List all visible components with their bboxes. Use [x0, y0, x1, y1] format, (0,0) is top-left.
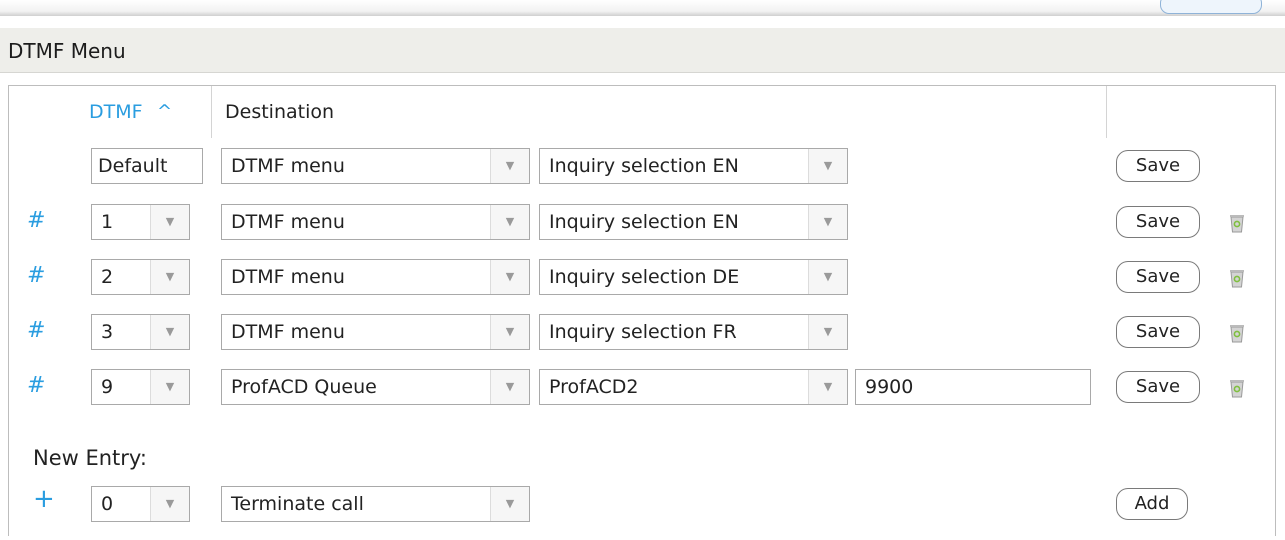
- queue-number-value: 9900: [865, 376, 914, 398]
- table-row: # 3 ▼ DTMF menu ▼ Inquiry selection FR ▼…: [9, 314, 1275, 354]
- save-button[interactable]: Save: [1116, 316, 1200, 348]
- destination-target-value: Inquiry selection EN: [549, 211, 739, 233]
- dtmf-key-select[interactable]: 1 ▼: [91, 204, 190, 240]
- chevron-down-icon[interactable]: ▼: [150, 315, 189, 349]
- chevron-down-icon[interactable]: ▼: [150, 370, 189, 404]
- chevron-down-icon[interactable]: ▼: [490, 315, 529, 349]
- column-header-destination[interactable]: Destination: [225, 86, 334, 138]
- chevron-down-icon[interactable]: ▼: [490, 487, 529, 521]
- top-toolbar-button[interactable]: [1160, 0, 1262, 14]
- save-button[interactable]: Save: [1116, 150, 1200, 182]
- trash-icon[interactable]: [1229, 268, 1245, 288]
- destination-type-value: DTMF menu: [231, 321, 345, 343]
- chevron-down-icon[interactable]: ▼: [150, 205, 189, 239]
- save-button[interactable]: Save: [1116, 261, 1200, 293]
- destination-target-value: Inquiry selection FR: [549, 321, 737, 343]
- hash-icon: #: [27, 373, 46, 398]
- dtmf-key-select[interactable]: 3 ▼: [91, 314, 190, 350]
- add-button[interactable]: Add: [1116, 488, 1188, 520]
- destination-target-value: Inquiry selection EN: [549, 155, 739, 177]
- save-button[interactable]: Save: [1116, 371, 1200, 403]
- hash-icon: #: [27, 263, 46, 288]
- sort-caret-up-icon[interactable]: ^: [157, 86, 172, 138]
- chevron-down-icon[interactable]: ▼: [490, 205, 529, 239]
- dtmf-key-select[interactable]: 2 ▼: [91, 259, 190, 295]
- destination-target-select[interactable]: Inquiry selection EN ▼: [539, 204, 848, 240]
- table-row-default: Default DTMF menu ▼ Inquiry selection EN…: [9, 148, 1275, 188]
- column-header-dtmf-label: DTMF: [89, 101, 143, 123]
- chevron-down-icon[interactable]: ▼: [808, 260, 847, 294]
- new-dtmf-key-select[interactable]: 0 ▼: [91, 486, 190, 522]
- dtmf-key-value: 2: [101, 266, 114, 288]
- queue-number-input[interactable]: 9900: [855, 369, 1091, 405]
- destination-type-value: DTMF menu: [231, 211, 345, 233]
- destination-target-value: ProfACD2: [549, 376, 639, 398]
- new-entry-label: New Entry:: [33, 446, 147, 470]
- new-entry-row: 0 ▼ Terminate call ▼ Add: [9, 486, 1275, 526]
- chevron-down-icon[interactable]: ▼: [150, 260, 189, 294]
- column-header-dtmf[interactable]: DTMF ^: [89, 86, 172, 138]
- panel-header: DTMF Menu: [0, 28, 1285, 73]
- chevron-down-icon[interactable]: ▼: [490, 260, 529, 294]
- table-row: # 9 ▼ ProfACD Queue ▼ ProfACD2 ▼ 9900 Sa…: [9, 369, 1275, 409]
- dtmf-default-field: Default: [91, 148, 203, 184]
- new-destination-type-select[interactable]: Terminate call ▼: [221, 486, 530, 522]
- dtmf-key-value: 3: [101, 321, 114, 343]
- top-toolbar-strip: [0, 0, 1285, 16]
- dtmf-key-value: 1: [101, 211, 114, 233]
- destination-type-select[interactable]: DTMF menu ▼: [221, 314, 530, 350]
- destination-target-value: Inquiry selection DE: [549, 266, 740, 288]
- new-dtmf-key-value: 0: [101, 493, 114, 515]
- dtmf-key-value: 9: [101, 376, 114, 398]
- chevron-down-icon[interactable]: ▼: [808, 205, 847, 239]
- column-separator: [211, 86, 212, 138]
- panel-title: DTMF Menu: [8, 39, 126, 63]
- destination-type-select[interactable]: DTMF menu ▼: [221, 148, 530, 184]
- chevron-down-icon[interactable]: ▼: [150, 487, 189, 521]
- new-destination-type-value: Terminate call: [231, 493, 364, 515]
- column-separator: [1106, 86, 1107, 138]
- chevron-down-icon[interactable]: ▼: [808, 149, 847, 183]
- destination-target-select[interactable]: Inquiry selection EN ▼: [539, 148, 848, 184]
- destination-type-value: ProfACD Queue: [231, 376, 377, 398]
- chevron-down-icon[interactable]: ▼: [490, 149, 529, 183]
- chevron-down-icon[interactable]: ▼: [490, 370, 529, 404]
- destination-target-select[interactable]: Inquiry selection FR ▼: [539, 314, 848, 350]
- destination-type-value: DTMF menu: [231, 266, 345, 288]
- trash-icon[interactable]: [1229, 378, 1245, 398]
- destination-target-select[interactable]: Inquiry selection DE ▼: [539, 259, 848, 295]
- table-row: # 1 ▼ DTMF menu ▼ Inquiry selection EN ▼…: [9, 204, 1275, 244]
- destination-target-select[interactable]: ProfACD2 ▼: [539, 369, 848, 405]
- trash-icon[interactable]: [1229, 323, 1245, 343]
- destination-type-select[interactable]: ProfACD Queue ▼: [221, 369, 530, 405]
- column-header-destination-label: Destination: [225, 101, 335, 123]
- destination-type-select[interactable]: DTMF menu ▼: [221, 259, 530, 295]
- dtmf-table: DTMF ^ Destination Default DTMF menu ▼ I…: [8, 85, 1276, 536]
- dtmf-default-label: Default: [98, 155, 168, 177]
- save-button[interactable]: Save: [1116, 206, 1200, 238]
- destination-type-value: DTMF menu: [231, 155, 345, 177]
- hash-icon: #: [27, 318, 46, 343]
- destination-type-select[interactable]: DTMF menu ▼: [221, 204, 530, 240]
- table-row: # 2 ▼ DTMF menu ▼ Inquiry selection DE ▼…: [9, 259, 1275, 299]
- hash-icon: #: [27, 208, 46, 233]
- trash-icon[interactable]: [1229, 213, 1245, 233]
- chevron-down-icon[interactable]: ▼: [808, 315, 847, 349]
- dtmf-key-select[interactable]: 9 ▼: [91, 369, 190, 405]
- chevron-down-icon[interactable]: ▼: [808, 370, 847, 404]
